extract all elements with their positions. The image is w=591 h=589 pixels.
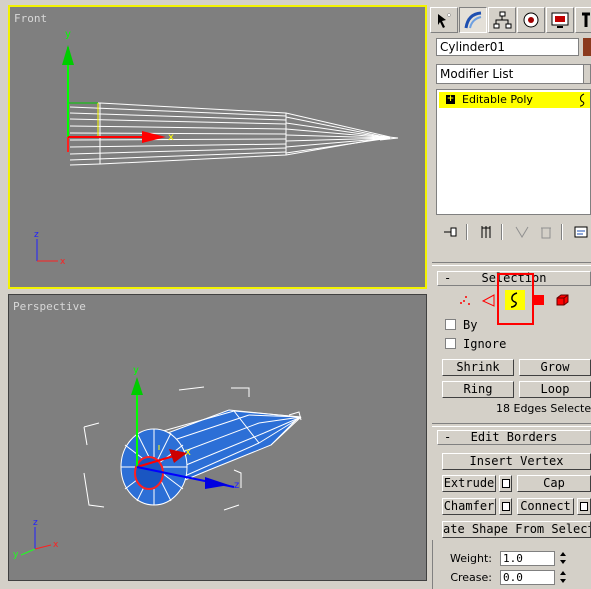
utilities-icon: [582, 12, 590, 27]
remove-modifier-button: [536, 222, 556, 242]
trash-icon: [541, 227, 551, 239]
stack-item-label: Editable Poly: [462, 93, 533, 106]
vertex-subobject-button[interactable]: [455, 290, 475, 310]
panel-divider: [432, 262, 591, 266]
tab-hierarchy[interactable]: [488, 7, 516, 33]
tab-create[interactable]: [430, 7, 458, 33]
make-unique-button: [512, 222, 532, 242]
panel-scroll-indicator: [432, 540, 439, 589]
selected-border: [134, 456, 164, 490]
pin-stack-button[interactable]: [441, 222, 461, 242]
configure-modifier-sets-button[interactable]: [571, 222, 591, 242]
border-subobject-icon: [579, 93, 585, 107]
chamfer-button[interactable]: Chamfer: [442, 498, 496, 515]
object-color-swatch[interactable]: [583, 38, 591, 56]
create-icon: [438, 13, 451, 28]
modifier-list-label: Modifier List: [440, 67, 514, 81]
stack-toolbar: [436, 222, 591, 244]
object-name-field[interactable]: Cylinder01: [436, 38, 579, 56]
insert-vertex-button[interactable]: Insert Vertex: [442, 453, 591, 470]
tab-motion[interactable]: [517, 7, 545, 33]
perspective-viewport[interactable]: Perspective y x z z x y: [8, 294, 427, 581]
svg-text:z: z: [34, 230, 39, 240]
svg-text:x: x: [185, 447, 191, 458]
show-end-result-button[interactable]: [476, 222, 496, 242]
weight-input[interactable]: 1.0: [500, 551, 555, 566]
by-vertex-checkbox[interactable]: [445, 319, 456, 330]
ignore-backfacing-label: Ignore: [463, 337, 507, 351]
hierarchy-icon: [493, 11, 512, 29]
tab-utilities[interactable]: [575, 7, 591, 33]
motion-icon: [523, 12, 539, 28]
grow-button[interactable]: Grow: [519, 359, 591, 376]
crease-input[interactable]: 0.0: [500, 570, 555, 585]
svg-text:y: y: [13, 550, 19, 560]
edit-borders-rollout-header[interactable]: - Edit Borders: [437, 430, 591, 445]
weight-label: Weight:: [449, 552, 492, 565]
svg-text:z: z: [234, 480, 239, 491]
svg-text:y: y: [133, 365, 139, 376]
svg-text:x: x: [53, 540, 59, 550]
perspective-view-canvas: y x z z x y: [13, 365, 302, 560]
selection-status: 18 Edges Selected: [496, 402, 591, 415]
panel-divider: [432, 423, 591, 427]
expand-plus-icon[interactable]: +: [446, 95, 455, 104]
svg-text:z: z: [33, 518, 38, 528]
extrude-button[interactable]: Extrude: [442, 475, 496, 492]
loop-button[interactable]: Loop: [519, 381, 591, 398]
create-shape-from-selection-button[interactable]: ate Shape From Select: [442, 521, 591, 538]
front-view-canvas: y x z x: [34, 29, 399, 267]
svg-text:x: x: [60, 257, 66, 267]
dropdown-arrow-icon[interactable]: [583, 65, 590, 83]
tab-display[interactable]: [546, 7, 574, 33]
cylinder-wireframe-front: [69, 102, 399, 166]
vertex-icon: [460, 296, 470, 305]
crease-label: Crease:: [450, 571, 492, 584]
extrude-settings-button[interactable]: [499, 475, 512, 492]
ignore-backfacing-checkbox[interactable]: [445, 338, 456, 349]
edit-borders-rollout-title: Edit Borders: [470, 430, 558, 444]
edge-icon: [481, 294, 495, 307]
polygon-icon: [534, 295, 544, 305]
by-vertex-label: By: [463, 318, 478, 332]
modifier-stack[interactable]: + Editable Poly: [436, 89, 591, 215]
modifier-list-dropdown[interactable]: Modifier List: [436, 64, 591, 84]
svg-text:x: x: [168, 132, 174, 143]
display-icon: [551, 12, 569, 28]
front-viewport[interactable]: Front y x z x: [8, 5, 427, 289]
pin-icon: [444, 227, 457, 237]
command-panel-tabs: [430, 5, 591, 35]
shrink-button[interactable]: Shrink: [442, 359, 514, 376]
connect-settings-button[interactable]: [577, 498, 591, 515]
weight-spinner[interactable]: [558, 551, 568, 566]
highlight-annotation-box: [497, 273, 534, 325]
ring-button[interactable]: Ring: [442, 381, 514, 398]
show-end-result-icon: [481, 226, 491, 238]
crease-spinner[interactable]: [558, 570, 568, 585]
cap-button[interactable]: Cap: [517, 475, 591, 492]
stack-item-editable-poly[interactable]: + Editable Poly: [439, 92, 590, 108]
element-icon: [556, 294, 569, 306]
element-subobject-button[interactable]: [552, 290, 572, 310]
edge-subobject-button[interactable]: [478, 290, 498, 310]
connect-button[interactable]: Connect: [517, 498, 574, 515]
make-unique-icon: [515, 226, 529, 238]
chamfer-settings-button[interactable]: [499, 498, 512, 515]
svg-text:y: y: [65, 29, 71, 40]
configure-icon: [574, 226, 588, 238]
modify-icon: [464, 11, 482, 29]
tab-modify[interactable]: [459, 7, 487, 33]
